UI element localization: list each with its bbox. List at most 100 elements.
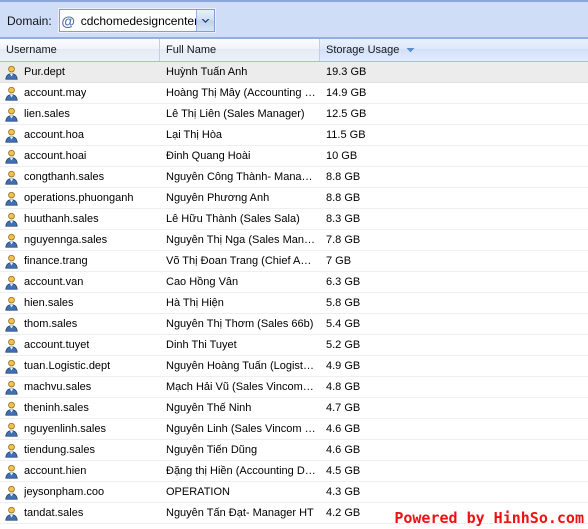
table-row[interactable]: lien.sales Lê Thị Liên (Sales Manager) 12.… [0, 104, 588, 125]
cell-storage-usage: 4.9 GB [320, 356, 588, 376]
cell-storage-usage: 8.3 GB [320, 209, 588, 229]
cell-storage-usage-text: 4.8 GB [326, 381, 361, 393]
cell-storage-usage: 11.5 GB [320, 125, 588, 145]
user-icon [4, 191, 24, 206]
cell-fullname: Nguyễn Phương Anh [160, 188, 320, 208]
at-icon: @ [61, 12, 76, 29]
chevron-down-icon[interactable] [195, 10, 214, 31]
user-icon [4, 170, 24, 185]
cell-storage-usage: 8.8 GB [320, 167, 588, 187]
table-row[interactable]: operations.phuonganh Nguyễn Phương Anh 8.8… [0, 188, 588, 209]
table-row[interactable]: tuan.Logistic.dept Nguyễn Hoàng Tuấn (Log… [0, 356, 588, 377]
cell-username-text: jeysonpham.coo [24, 486, 105, 498]
table-row[interactable]: Pur.dept Huỳnh Tuấn Anh 19.3 GB [0, 62, 588, 83]
user-icon [4, 107, 24, 122]
user-icon [4, 464, 24, 479]
cell-username: theninh.sales [0, 398, 160, 418]
domain-combobox[interactable]: @ cdchomedesigncenter.cor [58, 9, 215, 32]
domain-combobox-field[interactable]: @ cdchomedesigncenter.cor [59, 10, 196, 31]
column-header-fullname[interactable]: Full Name [160, 39, 320, 61]
table-row[interactable]: theninh.sales Nguyễn Thế Ninh 4.7 GB [0, 398, 588, 419]
cell-username: tuan.Logistic.dept [0, 356, 160, 376]
cell-username-text: congthanh.sales [24, 171, 105, 183]
cell-username: nguyennga.sales [0, 230, 160, 250]
cell-storage-usage: 7.8 GB [320, 230, 588, 250]
cell-storage-usage-text: 6.3 GB [326, 276, 361, 288]
domain-label: Domain: [7, 13, 52, 28]
table-row[interactable]: account.hoa Lại Thị Hòa 11.5 GB [0, 125, 588, 146]
cell-storage-usage: 5.2 GB [320, 335, 588, 355]
table-row[interactable]: account.hoai Đinh Quang Hoài 10 GB [0, 146, 588, 167]
cell-fullname-text: Nguyễn Phương Anh [166, 192, 270, 204]
cell-username-text: nguyennga.sales [24, 234, 108, 246]
cell-username-text: operations.phuonganh [24, 192, 134, 204]
cell-fullname: Mạch Hải Vũ (Sales Vincom… [160, 377, 320, 397]
cell-storage-usage: 4.8 GB [320, 377, 588, 397]
cell-username-text: machvu.sales [24, 381, 92, 393]
user-icon [4, 233, 24, 248]
cell-username: jeysonpham.coo [0, 482, 160, 502]
cell-storage-usage-text: 5.4 GB [326, 318, 361, 330]
cell-storage-usage-text: 14.9 GB [326, 87, 367, 99]
cell-storage-usage: 4.6 GB [320, 419, 588, 439]
table-row[interactable]: nguyenlinh.sales Nguyễn Linh (Sales Vinco… [0, 419, 588, 440]
user-icon [4, 212, 24, 227]
table-row[interactable]: account.may Hoàng Thị Mây (Accounting … 14… [0, 83, 588, 104]
cell-storage-usage: 6.3 GB [320, 272, 588, 292]
cell-fullname-text: Võ Thị Đoan Trang (Chief A… [166, 255, 312, 267]
cell-storage-usage: 8.8 GB [320, 188, 588, 208]
cell-fullname-text: Mạch Hải Vũ (Sales Vincom… [166, 381, 314, 393]
cell-storage-usage-text: 19.3 GB [326, 66, 367, 78]
cell-username: operations.phuonganh [0, 188, 160, 208]
cell-fullname: Đinh Quang Hoài [160, 146, 320, 166]
user-icon [4, 422, 24, 437]
table-row[interactable]: congthanh.sales Nguyễn Công Thành- Mana… 8… [0, 167, 588, 188]
cell-username-text: lien.sales [24, 108, 70, 120]
cell-fullname: Lại Thị Hòa [160, 125, 320, 145]
table-row[interactable]: machvu.sales Mạch Hải Vũ (Sales Vincom… 4.… [0, 377, 588, 398]
table-row[interactable]: account.hien Đặng thị Hiền (Accounting D…… [0, 461, 588, 482]
cell-storage-usage: 10 GB [320, 146, 588, 166]
cell-username: account.van [0, 272, 160, 292]
table-row[interactable]: hien.sales Hà Thị Hiện 5.8 GB [0, 293, 588, 314]
cell-storage-usage-text: 4.3 GB [326, 486, 361, 498]
cell-storage-usage-text: 8.3 GB [326, 213, 361, 225]
cell-storage-usage-text: 5.2 GB [326, 339, 361, 351]
cell-username: tandat.sales [0, 503, 160, 523]
cell-username: tiendung.sales [0, 440, 160, 460]
cell-username-text: huuthanh.sales [24, 213, 99, 225]
column-header-username[interactable]: Username [0, 39, 160, 61]
cell-storage-usage-text: 4.6 GB [326, 423, 361, 435]
table-row[interactable]: finance.trang Võ Thị Đoan Trang (Chief A…… [0, 251, 588, 272]
table-row[interactable]: thom.sales Nguyễn Thị Thơm (Sales 66b) 5.4… [0, 314, 588, 335]
table-row[interactable]: huuthanh.sales Lê Hữu Thành (Sales Sala) 8… [0, 209, 588, 230]
user-icon [4, 149, 24, 164]
cell-storage-usage-text: 12.5 GB [326, 108, 367, 120]
cell-storage-usage-text: 4.2 GB [326, 507, 361, 519]
cell-fullname-text: Nguyễn Linh (Sales Vincom … [166, 423, 316, 435]
cell-storage-usage-text: 8.8 GB [326, 192, 361, 204]
cell-fullname: Nguyễn Tiến Dũng [160, 440, 320, 460]
cell-fullname-text: Đinh Quang Hoài [166, 150, 251, 162]
cell-fullname-text: Huỳnh Tuấn Anh [166, 66, 248, 78]
cell-fullname-text: Nguyễn Tấn Đạt- Manager HT [166, 507, 314, 519]
cell-username: Pur.dept [0, 62, 160, 82]
cell-storage-usage-text: 7 GB [326, 255, 352, 267]
cell-username-text: tiendung.sales [24, 444, 95, 456]
cell-storage-usage-text: 5.8 GB [326, 297, 361, 309]
table-row[interactable]: tiendung.sales Nguyễn Tiến Dũng 4.6 GB [0, 440, 588, 461]
cell-username: thom.sales [0, 314, 160, 334]
watermark: Powered by HinhSo.com [394, 509, 584, 527]
cell-fullname-text: Lại Thị Hòa [166, 129, 223, 141]
cell-fullname: Huỳnh Tuấn Anh [160, 62, 320, 82]
table-row[interactable]: jeysonpham.coo OPERATION 4.3 GB [0, 482, 588, 503]
column-header-storage-usage[interactable]: Storage Usage [320, 39, 588, 61]
cell-username-text: account.hoa [24, 129, 84, 141]
table-row[interactable]: account.van Cao Hồng Vân 6.3 GB [0, 272, 588, 293]
table-row[interactable]: nguyennga.sales Nguyễn Thị Nga (Sales Man… [0, 230, 588, 251]
user-icon [4, 296, 24, 311]
cell-storage-usage-text: 4.5 GB [326, 465, 361, 477]
cell-fullname-text: Cao Hồng Vân [166, 276, 239, 288]
cell-fullname-text: Nguyễn Thị Thơm (Sales 66b) [166, 318, 314, 330]
table-row[interactable]: account.tuyet Dinh Thi Tuyet 5.2 GB [0, 335, 588, 356]
